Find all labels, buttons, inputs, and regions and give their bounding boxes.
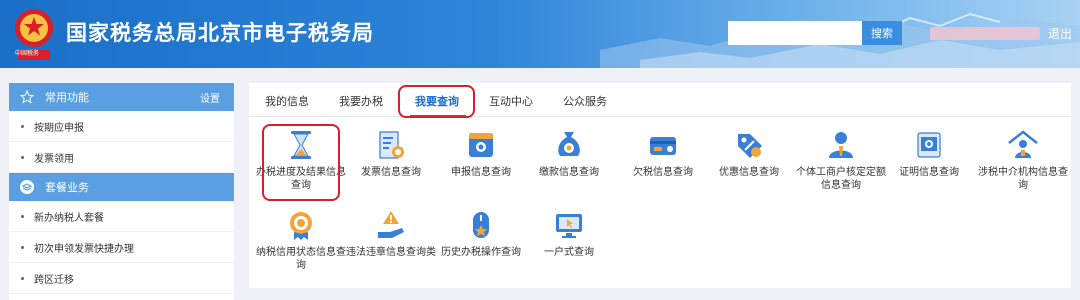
certificate-icon xyxy=(917,132,941,158)
business-person-icon xyxy=(829,132,853,158)
selected-tile-highlight xyxy=(262,124,340,201)
sidebar-item-label: 初次申领发票快捷办理 xyxy=(34,243,134,255)
tab-public-service[interactable]: 公众服务 xyxy=(563,93,607,109)
sidebar-item-periodic-declaration[interactable]: 按期应申报 xyxy=(9,111,234,142)
sidebar-item-relocation[interactable]: 跨区迁移 xyxy=(9,263,234,294)
tile-label: 欠税信息查询 xyxy=(633,167,693,178)
app-title: 国家税务总局北京市电子税务局 xyxy=(66,21,374,45)
star-icon xyxy=(19,89,35,105)
settings-link[interactable]: 设置 xyxy=(200,90,220,105)
tile-one-stop-query[interactable]: 一户式查询 xyxy=(524,208,614,278)
bullet-icon xyxy=(21,155,24,159)
tile-certificate-query[interactable]: 证明信息查询 xyxy=(884,128,974,198)
sidebar-item-label: 跨区迁移 xyxy=(34,274,74,286)
sidebar-section-packages[interactable]: 套餐业务 xyxy=(9,173,234,201)
arrears-card-icon xyxy=(650,137,676,155)
tile-history-query[interactable]: 历史办税操作查询 xyxy=(436,208,526,278)
sidebar-item-invoice-collection[interactable]: 发票领用 xyxy=(9,142,234,173)
payment-bag-icon xyxy=(558,132,580,156)
tile-declaration-query[interactable]: 申报信息查询 xyxy=(436,128,526,198)
tile-label: 申报信息查询 xyxy=(451,167,511,178)
sidebar-item-label: 发票领用 xyxy=(34,153,74,165)
search-input[interactable] xyxy=(728,21,862,45)
bullet-icon xyxy=(21,245,24,249)
logout-link[interactable]: 退出 xyxy=(1048,25,1072,42)
bullet-icon xyxy=(21,214,24,218)
tile-invoice-query[interactable]: 发票信息查询 xyxy=(346,128,436,198)
tile-credit-query[interactable]: 纳税信用状态信息查询 xyxy=(256,208,346,278)
active-tab-highlight xyxy=(398,85,475,118)
sidebar-item-label: 新办纳税人套餐 xyxy=(34,212,104,224)
tab-my-info[interactable]: 我的信息 xyxy=(265,93,309,109)
tile-payment-query[interactable]: 缴款信息查询 xyxy=(524,128,614,198)
sidebar-section-common[interactable]: 常用功能 设置 xyxy=(9,83,234,111)
sidebar-section-label: 套餐业务 xyxy=(45,181,89,194)
tile-label: 纳税信用状态信息查询 xyxy=(256,247,346,271)
bullet-icon xyxy=(21,276,24,280)
tile-label: 发票信息查询 xyxy=(361,167,421,178)
bullet-icon xyxy=(21,124,24,128)
tile-discount-query[interactable]: 优惠信息查询 xyxy=(704,128,794,198)
history-mouse-icon xyxy=(473,212,489,238)
search-button[interactable]: 搜索 xyxy=(862,21,902,45)
tile-label: 违法违章信息查询类 xyxy=(346,247,436,258)
tile-agency-query[interactable]: 涉税中介机构信息查询 xyxy=(978,128,1068,198)
stack-icon xyxy=(19,179,35,195)
declaration-icon xyxy=(469,133,493,157)
tab-bar: 我的信息 我要办税 我要查询 互动中心 公众服务 xyxy=(249,83,1071,117)
credit-medal-icon xyxy=(290,212,312,240)
user-name-redacted xyxy=(930,27,1040,40)
tile-business-quota-query[interactable]: 个体工商户核定定额信息查询 xyxy=(796,128,886,198)
tab-handle-tax[interactable]: 我要办税 xyxy=(339,93,383,109)
sidebar-item-new-taxpayer[interactable]: 新办纳税人套餐 xyxy=(9,201,234,232)
sidebar-item-first-invoice[interactable]: 初次申领发票快捷办理 xyxy=(9,232,234,263)
header-banner: 中国税务 国家税务总局北京市电子税务局 搜索 退出 xyxy=(0,0,1080,68)
sidebar-section-label: 常用功能 xyxy=(45,91,89,104)
tile-label: 优惠信息查询 xyxy=(719,167,779,178)
tile-arrears-query[interactable]: 欠税信息查询 xyxy=(618,128,708,198)
invoice-icon xyxy=(379,131,404,159)
tile-label: 涉税中介机构信息查询 xyxy=(978,167,1068,191)
sidebar-item-label: 按期应申报 xyxy=(34,122,84,134)
sidebar: 常用功能 设置 按期应申报 发票领用 套餐业务 新办纳税人套餐 初次申领发票快捷… xyxy=(9,83,234,300)
agency-house-icon xyxy=(1008,130,1038,158)
monitor-cursor-icon xyxy=(556,214,582,238)
emblem-caption: 中国税务 xyxy=(14,50,39,57)
tile-label: 个体工商户核定定额信息查询 xyxy=(796,167,886,191)
tile-label: 历史办税操作查询 xyxy=(441,247,521,258)
discount-tag-icon xyxy=(738,134,762,158)
tile-label: 缴款信息查询 xyxy=(539,167,599,178)
tab-interaction[interactable]: 互动中心 xyxy=(489,93,533,109)
tile-violation-query[interactable]: 违法违章信息查询类 xyxy=(346,208,436,278)
warning-hand-icon xyxy=(378,211,404,238)
tile-label: 一户式查询 xyxy=(544,247,594,258)
tile-label: 证明信息查询 xyxy=(899,167,959,178)
